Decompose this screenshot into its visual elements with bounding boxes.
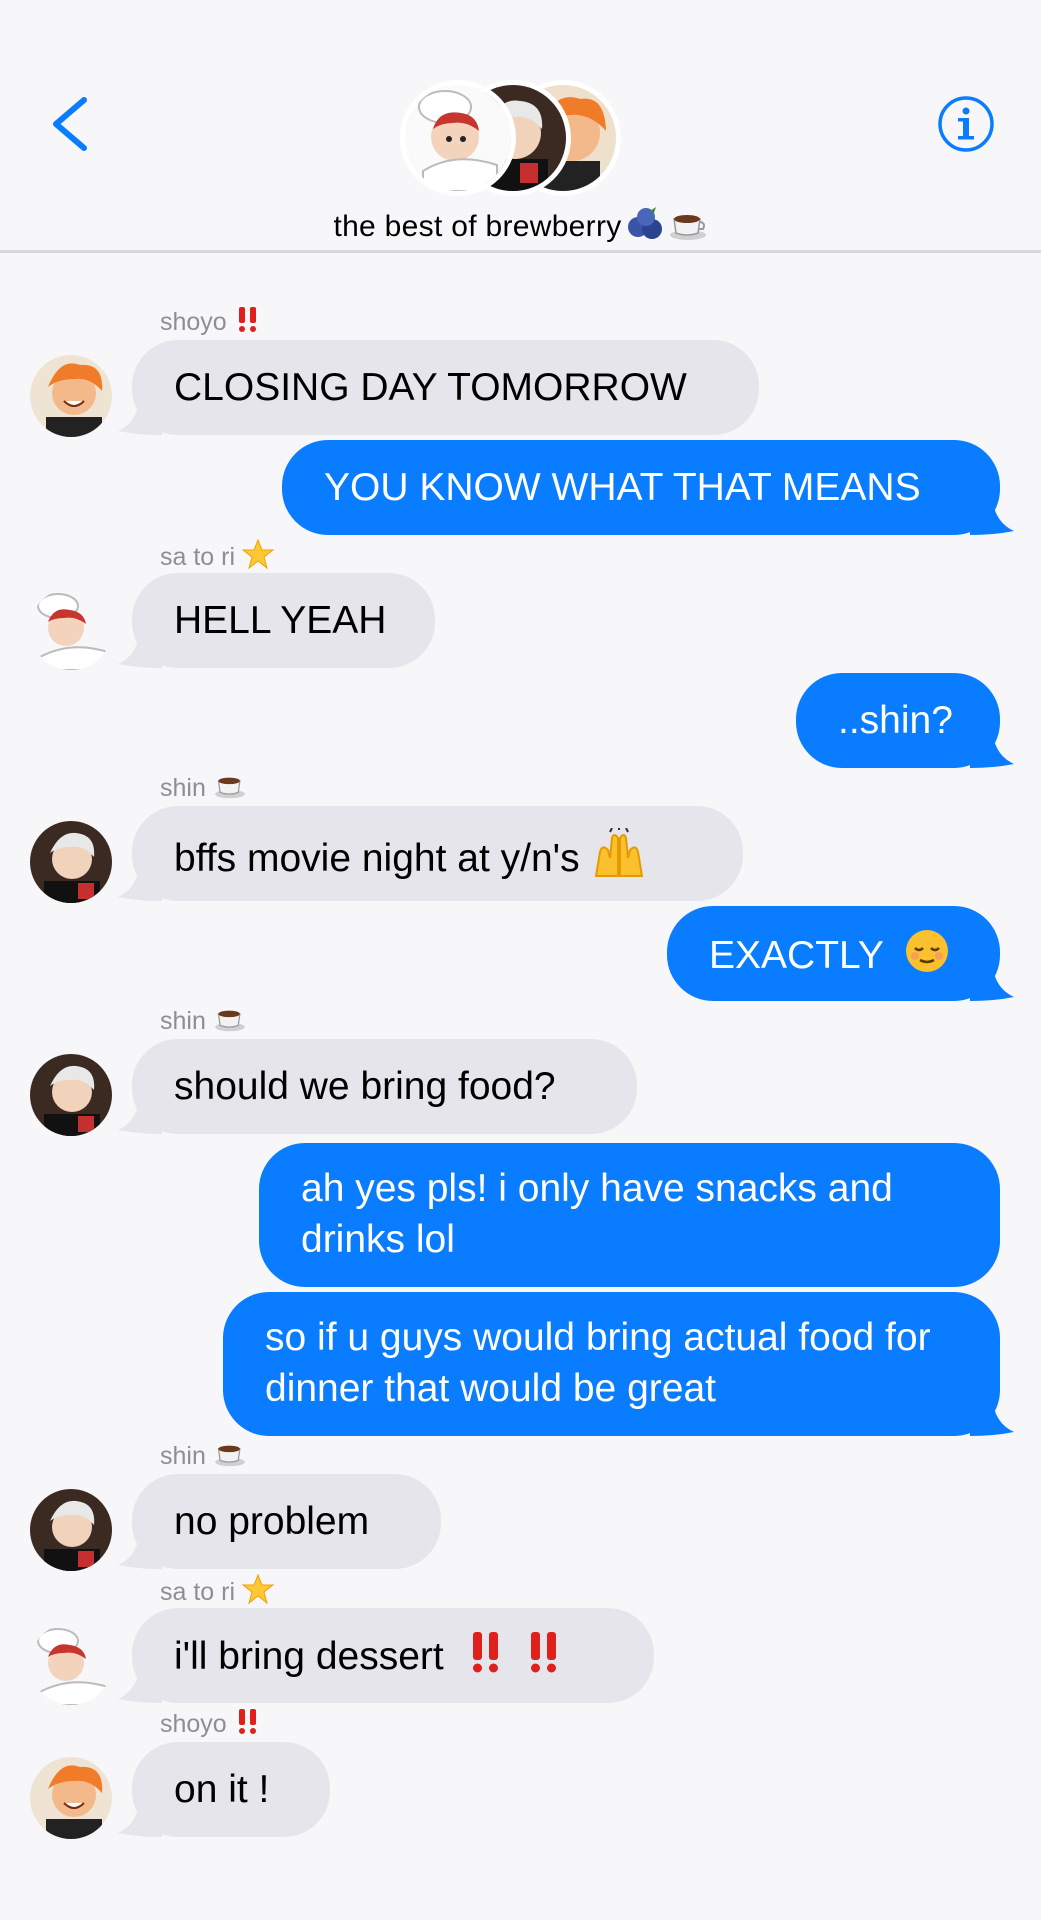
avatar-shin[interactable] [30,821,112,903]
back-button[interactable] [40,92,100,156]
message-bubble-incoming[interactable]: bffs movie night at y/n's [118,806,743,901]
message-bubble-outgoing[interactable]: so if u guys would bring actual food for… [223,1292,1014,1436]
avatar-sa-to-ri [400,80,516,196]
sender-label: shoyo [160,1707,262,1741]
group-name: the best of brewberry [333,209,622,243]
bubble-tail [970,1392,1014,1436]
sender-label: shin [160,1439,247,1473]
message-bubble-incoming[interactable]: no problem [118,1474,441,1569]
info-button[interactable] [936,94,996,154]
coffee-icon [668,207,708,249]
message-bubble-outgoing[interactable]: EXACTLY [667,906,1014,1001]
sender-label: shoyo [160,305,262,339]
header-divider [0,250,1041,253]
bubble-tail [970,957,1014,1001]
sender-name: shin [160,774,206,803]
sender-label: shin [160,771,247,805]
bubble-tail [118,857,162,901]
message-bubble-incoming[interactable]: on it ! [118,1742,330,1837]
avatar-shin[interactable] [30,1489,112,1571]
relieved-face-icon [904,928,950,987]
message-bubble-incoming[interactable]: should we bring food? [118,1039,637,1134]
avatar-shoyo[interactable] [30,1757,112,1839]
message-text: should we bring food? [174,1065,556,1108]
message-text: i'll bring dessert [174,1634,444,1678]
message-text: no problem [174,1500,370,1543]
double-exclamation-icon [467,1630,507,1687]
message-bubble-outgoing[interactable]: YOU KNOW WHAT THAT MEANS [282,440,1014,535]
raising-hands-icon [590,826,648,893]
double-exclamation-icon [525,1630,565,1687]
avatar-shoyo[interactable] [30,355,112,437]
coffee-icon [213,771,247,808]
message-text: on it ! [174,1768,270,1811]
sender-name: sa to ri [160,1578,236,1607]
message-text: ..shin? [838,699,953,742]
avatar-shin[interactable] [30,1054,112,1136]
message-text: ah yes pls! i only have snacks and drink… [301,1167,893,1261]
double-exclamation-icon [234,305,262,342]
message-text: YOU KNOW WHAT THAT MEANS [324,466,921,509]
sender-name: shin [160,1442,206,1471]
conversation-header: the best of brewberry [0,0,1041,255]
message-bubble-outgoing[interactable]: ah yes pls! i only have snacks and drink… [259,1143,1000,1287]
message-text: HELL YEAH [174,599,387,642]
sender-label: sa to ri [160,538,275,572]
messages-screen: the best of brewberry shoyo CLOSING DAY … [0,0,1041,1920]
sender-name: shoyo [160,308,227,337]
group-avatar-stack[interactable] [400,80,625,200]
bubble-tail [118,391,162,435]
message-text: bffs movie night at y/n's [174,836,580,880]
sender-name: shoyo [160,1710,227,1739]
bubble-tail [970,491,1014,535]
bubble-tail [118,1525,162,1569]
message-text: CLOSING DAY TOMORROW [174,366,687,409]
sender-label: sa to ri [160,1573,275,1607]
message-thread[interactable]: shoyo CLOSING DAY TOMORROW YOU KNOW WHAT… [0,255,1041,1920]
message-text: EXACTLY [709,933,884,977]
bubble-tail [118,1793,162,1837]
blueberry-icon [626,207,664,249]
coffee-icon [213,1004,247,1041]
sender-name: shin [160,1007,206,1036]
double-exclamation-icon [234,1707,262,1744]
sender-label: shin [160,1004,247,1038]
avatar-sa-to-ri[interactable] [30,1623,112,1705]
sender-name: sa to ri [160,543,236,572]
bubble-tail [118,1090,162,1134]
bubble-tail [970,724,1014,768]
bubble-tail [118,1659,162,1703]
coffee-icon [213,1439,247,1476]
message-bubble-incoming[interactable]: i'll bring dessert [118,1608,654,1703]
bubble-tail [118,624,162,668]
avatar-sa-to-ri[interactable] [30,588,112,670]
chevron-left-icon [53,97,87,151]
info-circle-icon [938,96,994,152]
message-bubble-incoming[interactable]: CLOSING DAY TOMORROW [118,340,759,435]
message-bubble-incoming[interactable]: HELL YEAH [118,573,435,668]
message-bubble-outgoing[interactable]: ..shin? [796,673,1014,768]
group-title-row[interactable]: the best of brewberry [0,207,1041,249]
message-text: so if u guys would bring actual food for… [265,1316,931,1410]
